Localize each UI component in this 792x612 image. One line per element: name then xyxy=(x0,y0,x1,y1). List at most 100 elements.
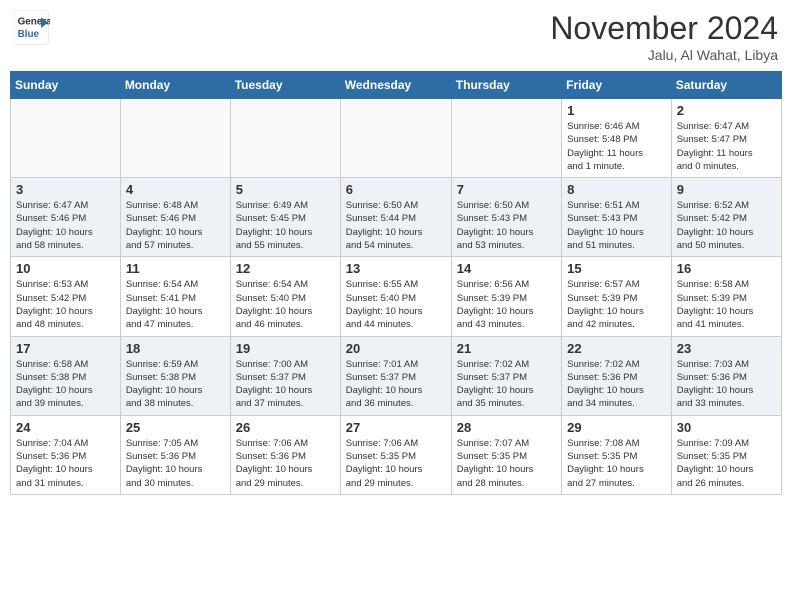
month-title: November 2024 xyxy=(550,10,778,47)
day-info: Sunrise: 6:46 AM Sunset: 5:48 PM Dayligh… xyxy=(567,120,666,173)
calendar-week-1: 1 Sunrise: 6:46 AM Sunset: 5:48 PM Daylig… xyxy=(11,99,782,178)
calendar-header-row: SundayMondayTuesdayWednesdayThursdayFrid… xyxy=(11,72,782,99)
day-number: 3 xyxy=(16,182,115,197)
calendar-cell: 24 Sunrise: 7:04 AM Sunset: 5:36 PM Dayli… xyxy=(11,415,121,494)
day-info: Sunrise: 6:59 AM Sunset: 5:38 PM Dayligh… xyxy=(126,358,225,411)
calendar-cell xyxy=(120,99,230,178)
calendar-cell: 27 Sunrise: 7:06 AM Sunset: 5:35 PM Dayli… xyxy=(340,415,451,494)
day-number: 17 xyxy=(16,341,115,356)
day-number: 2 xyxy=(677,103,776,118)
calendar-cell: 23Sunrise: 7:03 AM Sunset: 5:36 PM Dayli… xyxy=(671,336,781,415)
day-number: 5 xyxy=(236,182,335,197)
day-info: Sunrise: 6:47 AM Sunset: 5:46 PM Dayligh… xyxy=(16,199,115,252)
day-number: 1 xyxy=(567,103,666,118)
day-number: 11 xyxy=(126,261,225,276)
calendar-week-2: 3 Sunrise: 6:47 AM Sunset: 5:46 PM Daylig… xyxy=(11,178,782,257)
calendar-cell xyxy=(11,99,121,178)
calendar-cell xyxy=(230,99,340,178)
day-info: Sunrise: 7:06 AM Sunset: 5:36 PM Dayligh… xyxy=(236,437,335,490)
day-number: 29 xyxy=(567,420,666,435)
day-info: Sunrise: 6:58 AM Sunset: 5:38 PM Dayligh… xyxy=(16,358,115,411)
day-number: 23 xyxy=(677,341,776,356)
calendar-cell: 5 Sunrise: 6:49 AM Sunset: 5:45 PM Daylig… xyxy=(230,178,340,257)
calendar-cell: 14Sunrise: 6:56 AM Sunset: 5:39 PM Dayli… xyxy=(451,257,561,336)
calendar-cell: 25Sunrise: 7:05 AM Sunset: 5:36 PM Dayli… xyxy=(120,415,230,494)
calendar-week-5: 24 Sunrise: 7:04 AM Sunset: 5:36 PM Dayli… xyxy=(11,415,782,494)
calendar-cell: 20 Sunrise: 7:01 AM Sunset: 5:37 PM Dayli… xyxy=(340,336,451,415)
day-info: Sunrise: 7:02 AM Sunset: 5:37 PM Dayligh… xyxy=(457,358,556,411)
calendar-cell: 13Sunrise: 6:55 AM Sunset: 5:40 PM Dayli… xyxy=(340,257,451,336)
calendar-cell: 30 Sunrise: 7:09 AM Sunset: 5:35 PM Dayli… xyxy=(671,415,781,494)
logo-icon: General Blue xyxy=(14,10,50,46)
day-info: Sunrise: 7:01 AM Sunset: 5:37 PM Dayligh… xyxy=(346,358,446,411)
day-number: 8 xyxy=(567,182,666,197)
day-number: 20 xyxy=(346,341,446,356)
day-number: 4 xyxy=(126,182,225,197)
day-info: Sunrise: 7:09 AM Sunset: 5:35 PM Dayligh… xyxy=(677,437,776,490)
day-number: 30 xyxy=(677,420,776,435)
day-info: Sunrise: 6:51 AM Sunset: 5:43 PM Dayligh… xyxy=(567,199,666,252)
day-info: Sunrise: 6:48 AM Sunset: 5:46 PM Dayligh… xyxy=(126,199,225,252)
day-number: 21 xyxy=(457,341,556,356)
day-number: 28 xyxy=(457,420,556,435)
calendar-cell xyxy=(451,99,561,178)
column-header-wednesday: Wednesday xyxy=(340,72,451,99)
column-header-sunday: Sunday xyxy=(11,72,121,99)
calendar-cell: 8 Sunrise: 6:51 AM Sunset: 5:43 PM Daylig… xyxy=(562,178,672,257)
calendar-cell: 15Sunrise: 6:57 AM Sunset: 5:39 PM Dayli… xyxy=(562,257,672,336)
calendar-cell: 19 Sunrise: 7:00 AM Sunset: 5:37 PM Dayli… xyxy=(230,336,340,415)
day-info: Sunrise: 6:53 AM Sunset: 5:42 PM Dayligh… xyxy=(16,278,115,331)
day-info: Sunrise: 7:05 AM Sunset: 5:36 PM Dayligh… xyxy=(126,437,225,490)
day-number: 9 xyxy=(677,182,776,197)
logo: General Blue xyxy=(14,10,50,46)
day-number: 24 xyxy=(16,420,115,435)
calendar-cell: 29 Sunrise: 7:08 AM Sunset: 5:35 PM Dayli… xyxy=(562,415,672,494)
day-number: 19 xyxy=(236,341,335,356)
day-number: 15 xyxy=(567,261,666,276)
day-info: Sunrise: 6:58 AM Sunset: 5:39 PM Dayligh… xyxy=(677,278,776,331)
day-info: Sunrise: 7:00 AM Sunset: 5:37 PM Dayligh… xyxy=(236,358,335,411)
day-info: Sunrise: 7:02 AM Sunset: 5:36 PM Dayligh… xyxy=(567,358,666,411)
calendar-cell: 2 Sunrise: 6:47 AM Sunset: 5:47 PM Daylig… xyxy=(671,99,781,178)
calendar-cell: 11 Sunrise: 6:54 AM Sunset: 5:41 PM Dayli… xyxy=(120,257,230,336)
day-info: Sunrise: 7:06 AM Sunset: 5:35 PM Dayligh… xyxy=(346,437,446,490)
day-info: Sunrise: 6:54 AM Sunset: 5:41 PM Dayligh… xyxy=(126,278,225,331)
day-info: Sunrise: 6:54 AM Sunset: 5:40 PM Dayligh… xyxy=(236,278,335,331)
day-info: Sunrise: 6:50 AM Sunset: 5:43 PM Dayligh… xyxy=(457,199,556,252)
day-info: Sunrise: 6:56 AM Sunset: 5:39 PM Dayligh… xyxy=(457,278,556,331)
column-header-friday: Friday xyxy=(562,72,672,99)
calendar-cell: 26 Sunrise: 7:06 AM Sunset: 5:36 PM Dayli… xyxy=(230,415,340,494)
calendar-cell: 1 Sunrise: 6:46 AM Sunset: 5:48 PM Daylig… xyxy=(562,99,672,178)
calendar-week-4: 17 Sunrise: 6:58 AM Sunset: 5:38 PM Dayli… xyxy=(11,336,782,415)
day-number: 10 xyxy=(16,261,115,276)
day-info: Sunrise: 6:52 AM Sunset: 5:42 PM Dayligh… xyxy=(677,199,776,252)
calendar-week-3: 10 Sunrise: 6:53 AM Sunset: 5:42 PM Dayli… xyxy=(11,257,782,336)
page-header: General Blue November 2024 Jalu, Al Waha… xyxy=(10,10,782,63)
column-header-thursday: Thursday xyxy=(451,72,561,99)
calendar-cell: 28 Sunrise: 7:07 AM Sunset: 5:35 PM Dayli… xyxy=(451,415,561,494)
calendar-cell: 7Sunrise: 6:50 AM Sunset: 5:43 PM Daylig… xyxy=(451,178,561,257)
day-number: 27 xyxy=(346,420,446,435)
calendar-cell: 18 Sunrise: 6:59 AM Sunset: 5:38 PM Dayli… xyxy=(120,336,230,415)
calendar-cell xyxy=(340,99,451,178)
day-number: 13 xyxy=(346,261,446,276)
calendar-cell: 21 Sunrise: 7:02 AM Sunset: 5:37 PM Dayli… xyxy=(451,336,561,415)
calendar-cell: 4 Sunrise: 6:48 AM Sunset: 5:46 PM Daylig… xyxy=(120,178,230,257)
calendar-cell: 12 Sunrise: 6:54 AM Sunset: 5:40 PM Dayli… xyxy=(230,257,340,336)
day-info: Sunrise: 6:49 AM Sunset: 5:45 PM Dayligh… xyxy=(236,199,335,252)
day-info: Sunrise: 7:08 AM Sunset: 5:35 PM Dayligh… xyxy=(567,437,666,490)
day-number: 22 xyxy=(567,341,666,356)
day-number: 12 xyxy=(236,261,335,276)
column-header-monday: Monday xyxy=(120,72,230,99)
svg-text:Blue: Blue xyxy=(18,29,40,40)
calendar-cell: 22 Sunrise: 7:02 AM Sunset: 5:36 PM Dayli… xyxy=(562,336,672,415)
day-info: Sunrise: 7:04 AM Sunset: 5:36 PM Dayligh… xyxy=(16,437,115,490)
day-info: Sunrise: 7:07 AM Sunset: 5:35 PM Dayligh… xyxy=(457,437,556,490)
column-header-saturday: Saturday xyxy=(671,72,781,99)
day-number: 26 xyxy=(236,420,335,435)
day-number: 18 xyxy=(126,341,225,356)
day-number: 6 xyxy=(346,182,446,197)
calendar-cell: 9 Sunrise: 6:52 AM Sunset: 5:42 PM Daylig… xyxy=(671,178,781,257)
day-info: Sunrise: 6:47 AM Sunset: 5:47 PM Dayligh… xyxy=(677,120,776,173)
day-info: Sunrise: 6:50 AM Sunset: 5:44 PM Dayligh… xyxy=(346,199,446,252)
